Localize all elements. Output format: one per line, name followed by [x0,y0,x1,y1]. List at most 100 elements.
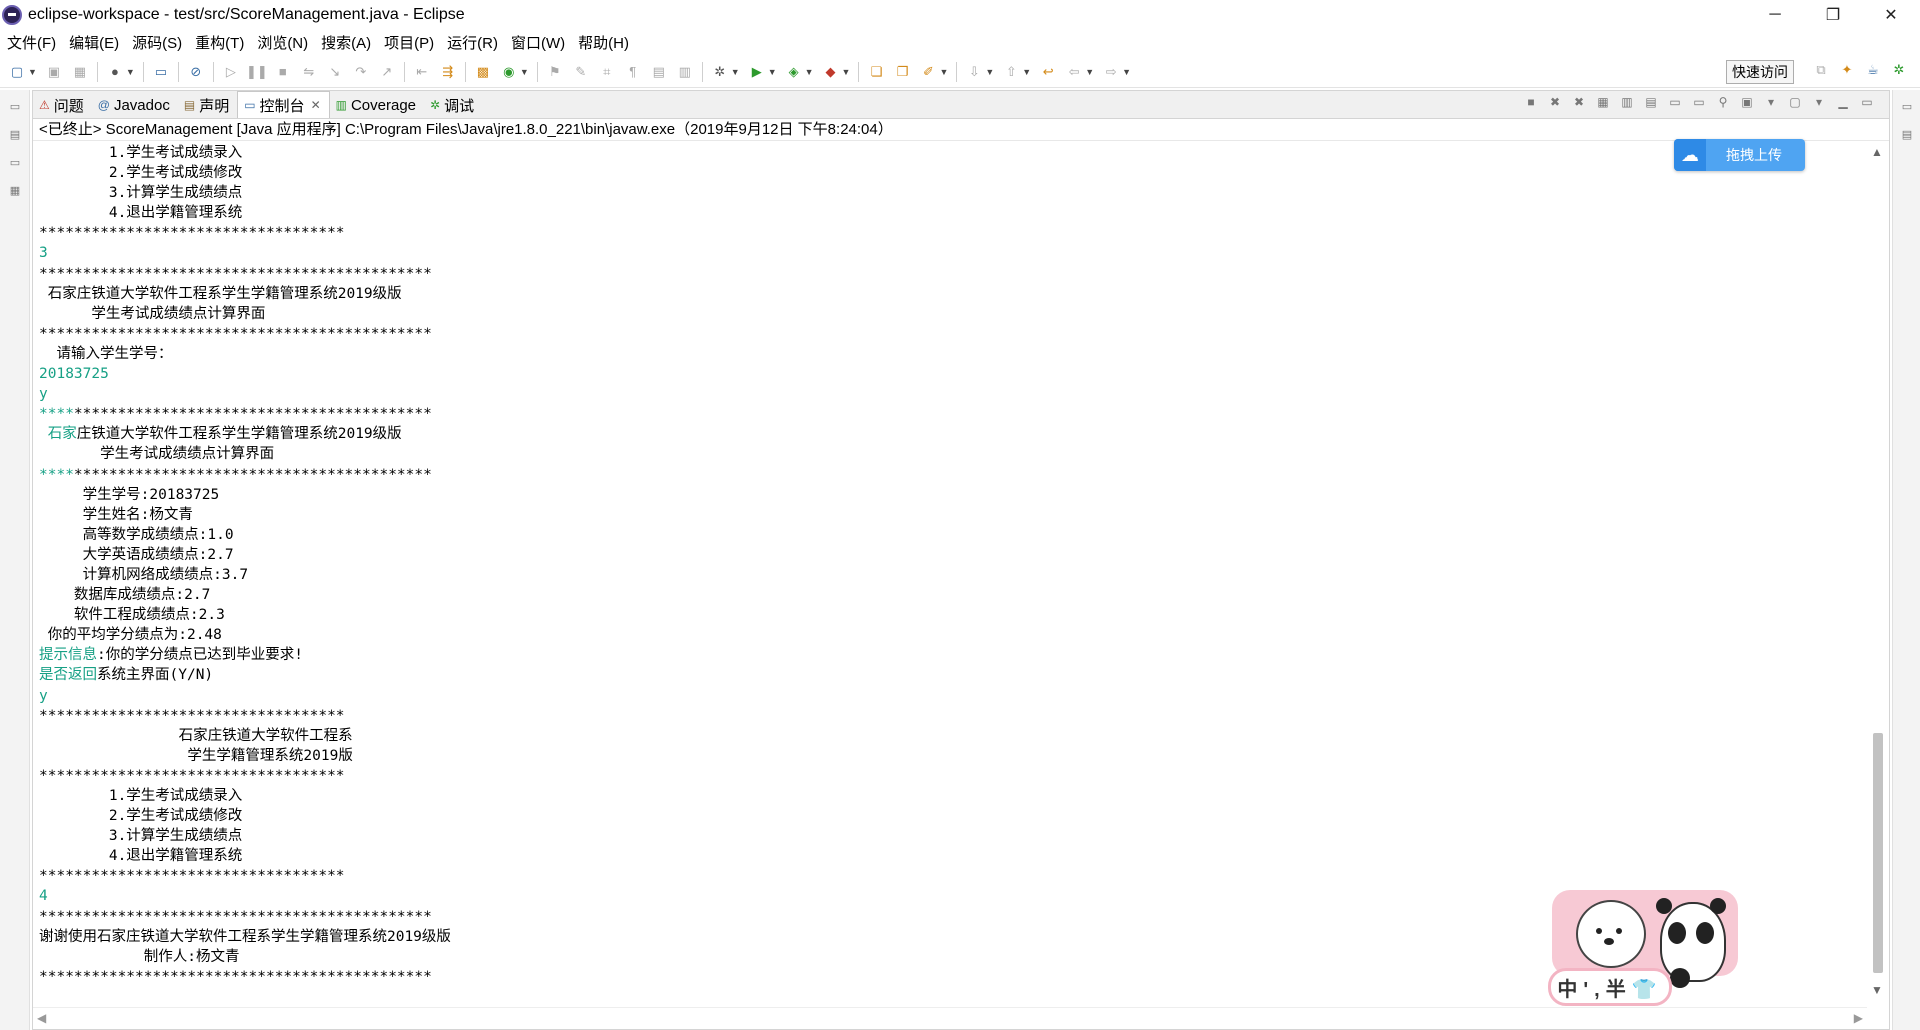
external-tools-dropdown-icon[interactable]: ▼ [842,67,851,77]
coverage-run-icon[interactable]: ◈ [784,62,804,82]
debug-icon[interactable]: ✲ [710,62,730,82]
toggle-breadcrumb-icon[interactable]: ⚑ [545,62,565,82]
java-perspective-icon[interactable]: ☕ [1863,60,1883,80]
next-annotation-dropdown-icon[interactable]: ▼ [985,67,994,77]
step-into-icon[interactable]: ↘ [325,62,345,82]
show-on-stdout-icon[interactable]: ▭ [1666,95,1684,113]
open-task-icon[interactable]: ❐ [892,62,912,82]
word-wrap-icon[interactable]: ▤ [1642,95,1660,113]
open-console-dropdown-icon[interactable]: ▾ [1810,95,1828,113]
menu-project[interactable]: 项目(P) [377,32,440,53]
forward-dropdown-icon[interactable]: ▼ [1122,67,1131,77]
new-class-icon[interactable]: ◉ [499,62,519,82]
tab-console[interactable]: ▭ 控制台 ✕ [237,91,330,118]
horizontal-scrollbar[interactable]: ◀ ▶ [33,1007,1867,1029]
vertical-scroll-thumb[interactable] [1873,733,1883,973]
debug-dropdown-icon[interactable]: ▼ [731,67,740,77]
remove-all-terminated-icon[interactable]: ✖ [1570,95,1588,113]
new-icon[interactable]: ▢ [7,62,27,82]
terminate-icon[interactable]: ■ [1522,95,1540,113]
tab-debug[interactable]: ✲ 调试 [424,92,482,118]
scroll-down-icon[interactable]: ▼ [1871,983,1883,997]
show-on-stderr-icon[interactable]: ▭ [1690,95,1708,113]
menu-help[interactable]: 帮助(H) [571,32,635,53]
ime-status-widget[interactable]: 中',半👕 [1548,888,1744,1010]
new-package-icon[interactable]: ▩ [473,62,493,82]
menu-edit[interactable]: 编辑(E) [62,32,125,53]
skip-breakpoints-icon[interactable]: ⊘ [186,62,206,82]
forward-icon[interactable]: ⇨ [1101,62,1121,82]
previous-annotation-icon[interactable]: ⇧ [1001,62,1021,82]
maximize-view-icon[interactable]: ▭ [1858,95,1876,113]
task-list-icon[interactable]: ▤ [1898,128,1916,146]
quick-access-field[interactable]: 快速访问 [1726,60,1794,84]
show-javadoc-icon[interactable]: ▥ [675,62,695,82]
terminate-icon[interactable]: ■ [273,62,293,82]
display-selected-dropdown-icon[interactable]: ▾ [1762,95,1780,113]
menu-refactor[interactable]: 重构(T) [188,32,250,53]
console-output[interactable]: 1.学生考试成绩录入 2.学生考试成绩修改 3.计算学生成绩绩点 4.退出学籍管… [39,143,1865,999]
restore-right-view-icon[interactable]: ▭ [1898,100,1916,118]
drag-upload-button[interactable]: ☁ 拖拽上传 [1674,139,1805,171]
resume-icon[interactable]: ▷ [221,62,241,82]
new-dropdown-icon[interactable]: ▼ [28,67,37,77]
save-all-icon[interactable]: ▦ [70,62,90,82]
back-dropdown-icon[interactable]: ▼ [1085,67,1094,77]
pin-console-icon[interactable]: ⚲ [1714,95,1732,113]
menu-run[interactable]: 运行(R) [440,32,504,53]
package-explorer-icon[interactable]: ▤ [6,128,24,146]
external-tools-icon[interactable]: ◆ [821,62,841,82]
run-icon[interactable]: ▶ [747,62,767,82]
search-icon[interactable]: ✐ [918,62,938,82]
previous-annotation-dropdown-icon[interactable]: ▼ [1022,67,1031,77]
profile-dropdown-icon[interactable]: ▼ [126,67,135,77]
coverage-dropdown-icon[interactable]: ▼ [805,67,814,77]
use-step-filters-icon[interactable]: ⇶ [438,62,458,82]
remove-launch-icon[interactable]: ✖ [1546,95,1564,113]
open-type-icon[interactable]: ❏ [866,62,886,82]
scroll-right-icon[interactable]: ▶ [1854,1011,1863,1025]
minimize-view-icon[interactable]: ▁ [1834,95,1852,113]
menu-file[interactable]: 文件(F) [0,32,62,53]
close-button[interactable]: ✕ [1862,0,1920,30]
menu-search[interactable]: 搜索(A) [314,32,377,53]
display-selected-console-icon[interactable]: ▣ [1738,95,1756,113]
next-annotation-icon[interactable]: ⇩ [964,62,984,82]
scroll-lock-icon[interactable]: ▥ [1618,95,1636,113]
terminal-icon[interactable]: ▭ [151,62,171,82]
suspend-icon[interactable]: ❚❚ [246,62,268,82]
vertical-scrollbar[interactable]: ▲ ▼ [1867,143,1889,999]
restore-view-icon[interactable]: ▭ [6,100,24,118]
ime-mode-indicator[interactable]: 中',半👕 [1548,968,1672,1006]
scroll-up-icon[interactable]: ▲ [1871,145,1883,159]
toggle-mark-occurrences-icon[interactable]: ✎ [571,62,591,82]
close-tab-icon[interactable]: ✕ [311,98,321,112]
toggle-block-selection-icon[interactable]: ⌗ [597,62,617,82]
drop-to-frame-icon[interactable]: ⇤ [412,62,432,82]
tab-problems[interactable]: ⚠ 问题 [33,92,92,118]
java-ee-perspective-icon[interactable]: ✦ [1837,60,1857,80]
new-class-dropdown-icon[interactable]: ▼ [520,67,529,77]
toggle-word-wrap-icon[interactable]: ▤ [649,62,669,82]
show-whitespace-icon[interactable]: ¶ [623,62,643,82]
menu-navigate[interactable]: 浏览(N) [250,32,314,53]
outline-icon[interactable]: ▦ [6,184,24,202]
debug-perspective-icon[interactable]: ✲ [1889,60,1909,80]
tab-javadoc[interactable]: @ Javadoc [92,92,178,118]
restore-outline-icon[interactable]: ▭ [6,156,24,174]
search-dropdown-icon[interactable]: ▼ [939,67,948,77]
step-return-icon[interactable]: ↗ [377,62,397,82]
clear-console-icon[interactable]: ▦ [1594,95,1612,113]
tab-coverage[interactable]: ▥ Coverage [330,92,424,118]
save-icon[interactable]: ▣ [44,62,64,82]
profile-icon[interactable]: ● [105,62,125,82]
open-console-icon[interactable]: ▢ [1786,95,1804,113]
step-over-icon[interactable]: ↷ [351,62,371,82]
menu-window[interactable]: 窗口(W) [504,32,571,53]
tab-declaration[interactable]: ▤ 声明 [178,92,237,118]
minimize-button[interactable]: ─ [1746,0,1804,30]
open-perspective-icon[interactable]: ⧉ [1811,60,1831,80]
disconnect-icon[interactable]: ⇋ [299,62,319,82]
run-dropdown-icon[interactable]: ▼ [768,67,777,77]
restore-button[interactable]: ❐ [1804,0,1862,30]
